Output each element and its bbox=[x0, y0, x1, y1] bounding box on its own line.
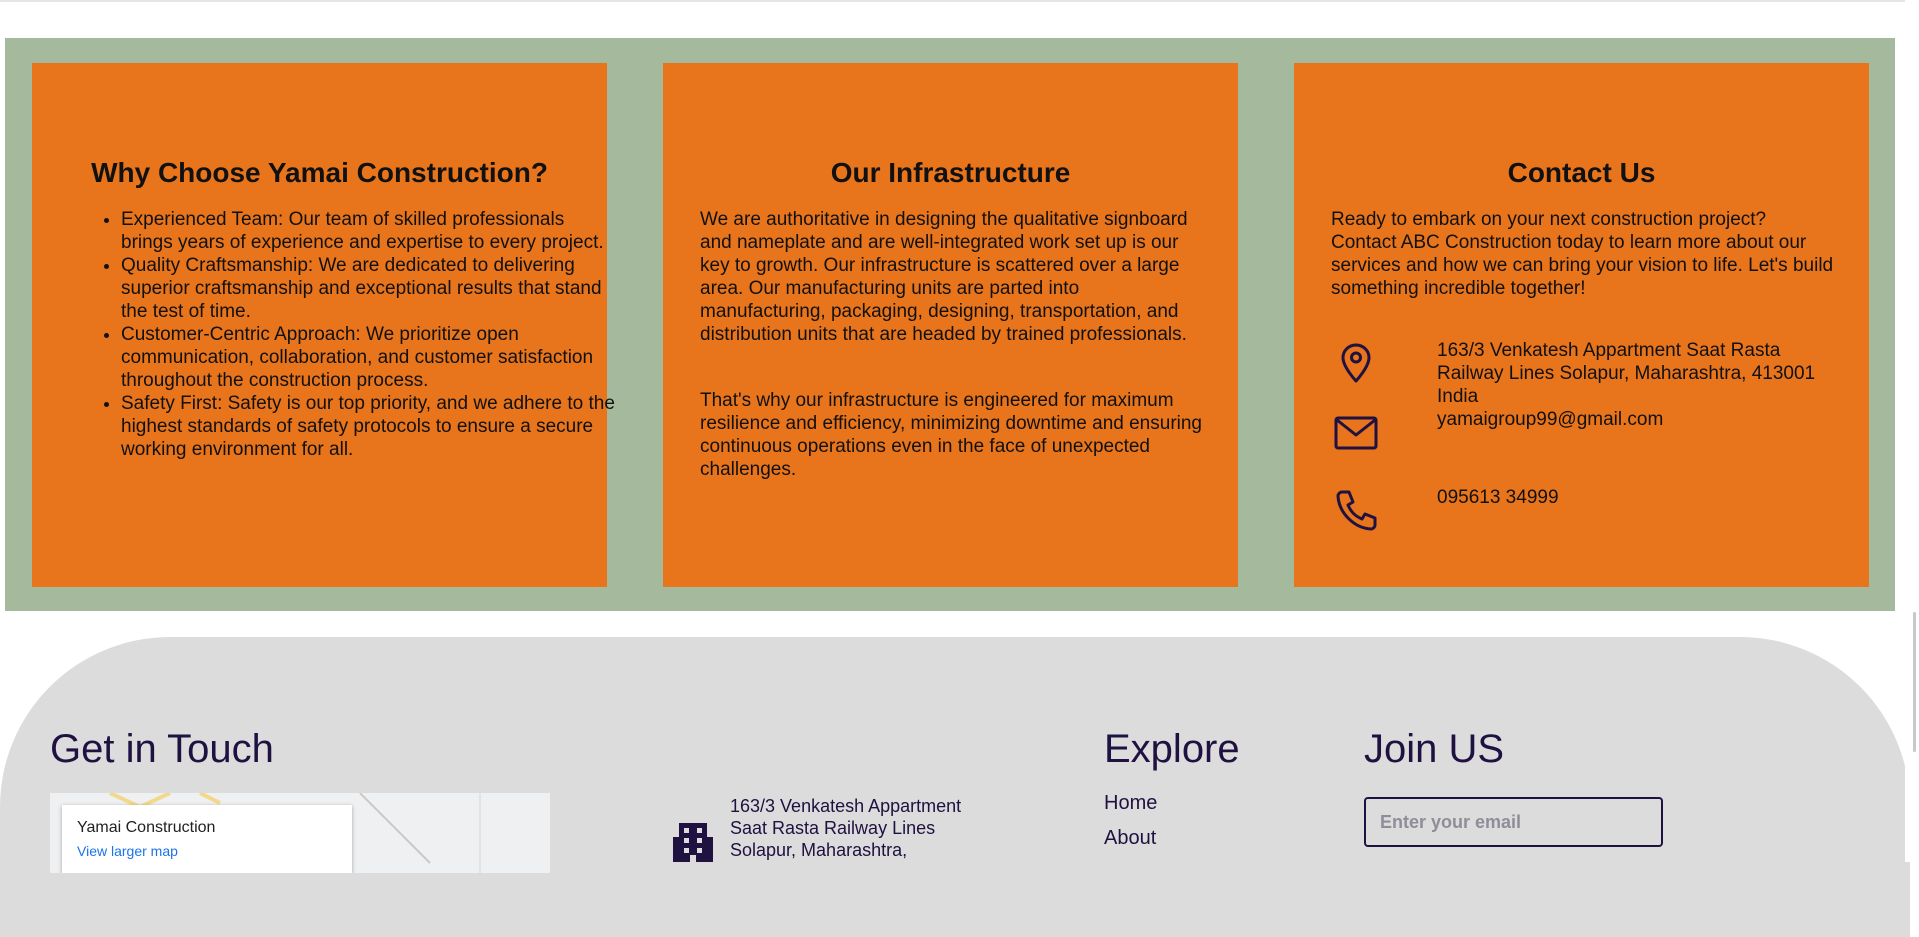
mail-icon bbox=[1334, 416, 1378, 450]
join-us-heading: Join US bbox=[1364, 727, 1505, 771]
location-pin-icon bbox=[1341, 343, 1371, 383]
map-embed[interactable]: Yamai Construction View larger map bbox=[50, 793, 550, 873]
infrastructure-card: Our Infrastructure We are authoritative … bbox=[663, 63, 1238, 587]
contact-email-link[interactable]: yamaigroup99@gmail.com bbox=[1437, 408, 1837, 431]
contact-intro: Ready to embark on your next constructio… bbox=[1331, 209, 1834, 299]
map-place-name: Yamai Construction bbox=[77, 819, 216, 836]
infrastructure-paragraph: That's why our infrastructure is enginee… bbox=[700, 390, 1202, 480]
list-item: Quality Craftsmanship: We are dedicated … bbox=[121, 254, 621, 323]
contact-card: Contact Us Ready to embark on your next … bbox=[1294, 63, 1869, 587]
list-item: Safety First: Safety is our top priority… bbox=[121, 392, 621, 461]
infrastructure-paragraph: We are authoritative in designing the qu… bbox=[700, 209, 1188, 345]
newsletter-email-input[interactable] bbox=[1364, 797, 1663, 847]
view-larger-map-link[interactable]: View larger map bbox=[77, 843, 178, 859]
phone-icon bbox=[1336, 490, 1377, 531]
building-icon bbox=[673, 823, 713, 862]
footer-link-about[interactable]: About bbox=[1104, 827, 1156, 850]
get-in-touch-heading: Get in Touch bbox=[50, 727, 274, 771]
page-scrollbar[interactable] bbox=[1905, 0, 1919, 862]
why-choose-card: Why Choose Yamai Construction? Experienc… bbox=[32, 63, 615, 587]
map-info-card: Yamai Construction View larger map bbox=[62, 805, 352, 873]
site-footer bbox=[0, 637, 1910, 937]
info-cards-section: Why Choose Yamai Construction? Experienc… bbox=[5, 38, 1895, 611]
scrollbar-thumb[interactable] bbox=[1913, 612, 1916, 752]
footer-link-home[interactable]: Home bbox=[1104, 792, 1157, 815]
list-item: Experienced Team: Our team of skilled pr… bbox=[121, 208, 621, 254]
why-choose-list: Experienced Team: Our team of skilled pr… bbox=[77, 208, 621, 461]
contact-address: 163/3 Venkatesh Appartment Saat Rasta Ra… bbox=[1437, 340, 1816, 407]
list-item: Customer-Centric Approach: We prioritize… bbox=[121, 323, 621, 392]
contact-title: Contact Us bbox=[1507, 157, 1656, 188]
footer-address: 163/3 Venkatesh Appartment Saat Rasta Ra… bbox=[730, 796, 962, 860]
explore-heading: Explore bbox=[1104, 727, 1240, 771]
contact-phone-link[interactable]: 095613 34999 bbox=[1437, 486, 1837, 509]
why-choose-title: Why Choose Yamai Construction? bbox=[91, 157, 548, 188]
infrastructure-title: Our Infrastructure bbox=[830, 157, 1071, 188]
top-divider bbox=[0, 0, 1919, 2]
